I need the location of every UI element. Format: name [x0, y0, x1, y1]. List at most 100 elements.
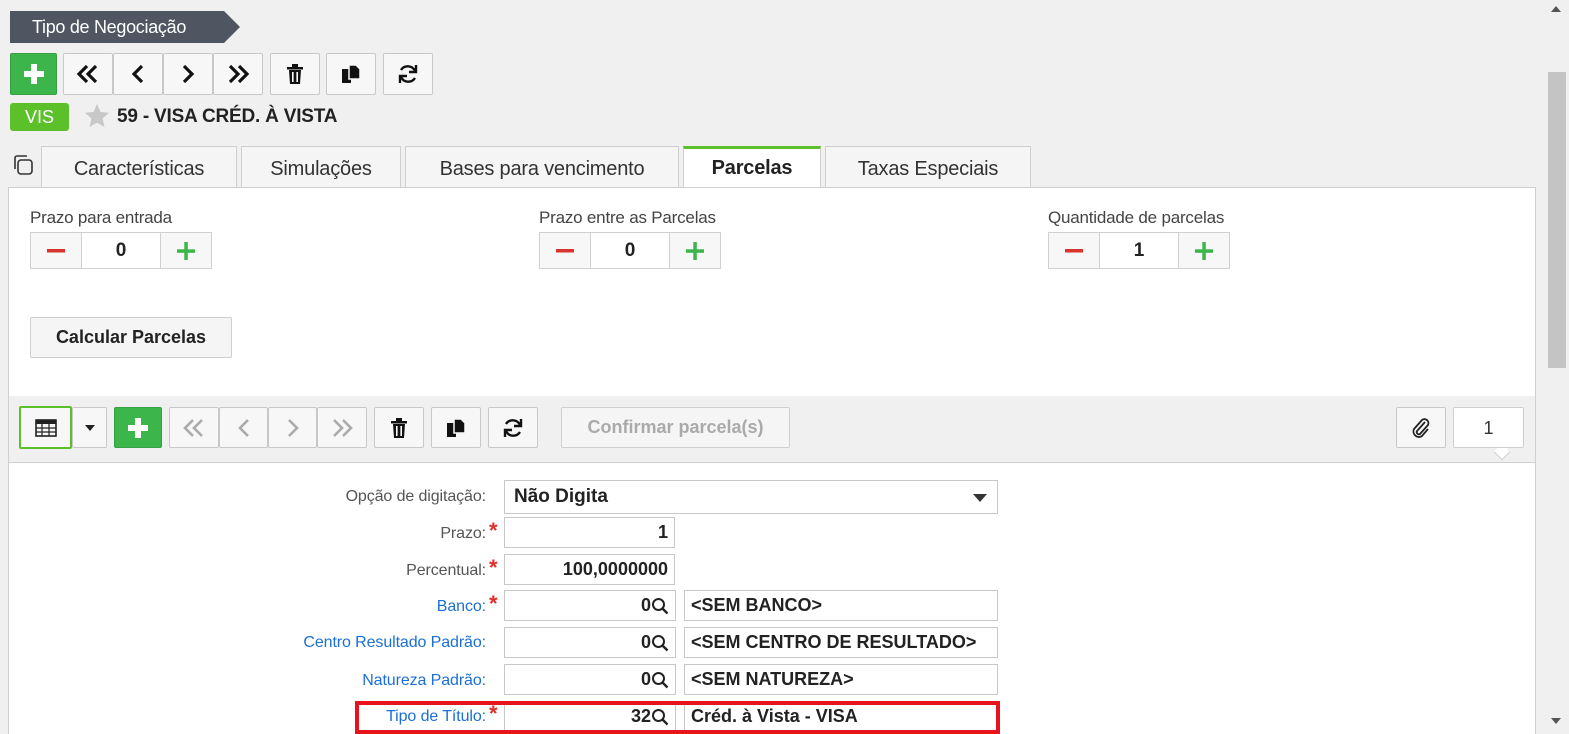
decrement-button[interactable] [1049, 233, 1099, 268]
decrement-button[interactable] [540, 233, 590, 268]
delete-parcela-button[interactable] [374, 407, 424, 448]
banco-code: 0 [640, 595, 651, 615]
calcular-parcelas-button[interactable]: Calcular Parcelas [30, 317, 232, 358]
prazo-entre-stepper: 0 [539, 232, 721, 269]
plus-icon [1194, 241, 1213, 260]
table-icon [34, 418, 57, 437]
confirmar-parcelas-button[interactable]: Confirmar parcela(s) [561, 407, 790, 448]
tab-bases-vencimento[interactable]: Bases para vencimento [405, 146, 679, 187]
centro-resultado-code-input[interactable]: 0 [504, 627, 676, 658]
tab-simulacoes[interactable]: Simulações [241, 146, 401, 187]
banco-label[interactable]: Banco: [200, 598, 486, 616]
caret-down-icon [84, 424, 95, 431]
chevron-left-icon [131, 64, 144, 84]
natureza-description: <SEM NATUREZA> [684, 664, 998, 695]
double-chevron-left-icon [183, 418, 203, 437]
prazo-entrada-value[interactable]: 0 [81, 233, 161, 268]
previous-row-button[interactable] [219, 407, 268, 448]
double-chevron-left-icon [76, 64, 98, 84]
delete-record-button[interactable] [270, 53, 320, 95]
view-dropdown-button[interactable] [72, 407, 107, 448]
increment-button[interactable] [670, 233, 720, 268]
prazo-input[interactable]: 1 [504, 517, 675, 548]
refresh-icon [503, 418, 523, 437]
duplicate-parcela-button[interactable] [431, 407, 481, 448]
plus-icon [685, 241, 704, 260]
breadcrumb: Tipo de Negociação [10, 11, 240, 43]
tab-taxas-especiais[interactable]: Taxas Especiais [825, 146, 1031, 187]
favorite-star-icon[interactable] [84, 103, 110, 134]
centro-resultado-code: 0 [640, 632, 651, 652]
prazo-entrada-label: Prazo para entrada [30, 208, 172, 227]
tab-caracteristicas[interactable]: Características [41, 146, 237, 187]
scroll-down-icon[interactable] [1551, 718, 1561, 724]
next-record-button[interactable] [163, 53, 213, 95]
attachment-button[interactable] [1396, 407, 1446, 448]
banco-description: <SEM BANCO> [684, 590, 998, 621]
prazo-label: Prazo: [440, 525, 486, 542]
duplicate-record-button[interactable] [326, 53, 376, 95]
decrement-button[interactable] [31, 233, 81, 268]
prazo-entre-value[interactable]: 0 [590, 233, 670, 268]
refresh-grid-button[interactable] [488, 407, 538, 448]
quantidade-label: Quantidade de parcelas [1048, 208, 1225, 227]
centro-resultado-label[interactable]: Centro Resultado Padrão: [200, 634, 486, 652]
scrollbar-thumb[interactable] [1548, 72, 1566, 368]
trash-icon [391, 417, 407, 438]
add-record-button[interactable] [10, 53, 57, 95]
last-record-button[interactable] [213, 53, 263, 95]
scroll-up-icon[interactable] [1551, 6, 1561, 12]
quantidade-stepper: 1 [1048, 232, 1230, 269]
plus-icon [176, 241, 195, 260]
minus-icon [47, 248, 66, 252]
minus-icon [1065, 248, 1084, 252]
chevron-down-icon [973, 494, 987, 502]
required-asterisk: * [489, 591, 498, 616]
grid-view-button[interactable] [19, 406, 72, 449]
refresh-icon [398, 65, 418, 83]
opcao-digitacao-value: Não Digita [514, 486, 608, 507]
increment-button[interactable] [161, 233, 211, 268]
search-icon[interactable] [651, 671, 669, 689]
prazo-entrada-stepper: 0 [30, 232, 212, 269]
plus-icon [128, 417, 148, 438]
natureza-label[interactable]: Natureza Padrão: [200, 672, 486, 690]
chevron-right-icon [287, 418, 299, 437]
trash-icon [287, 64, 303, 84]
opcao-digitacao-select[interactable]: Não Digita [504, 480, 998, 514]
percentual-input[interactable]: 100,0000000 [504, 554, 675, 585]
first-row-button[interactable] [169, 407, 219, 448]
search-icon[interactable] [651, 634, 669, 652]
natureza-code: 0 [640, 669, 651, 689]
centro-resultado-description: <SEM CENTRO DE RESULTADO> [684, 627, 998, 658]
tab-parcelas[interactable]: Parcelas [683, 146, 821, 188]
previous-record-button[interactable] [113, 53, 163, 95]
double-chevron-right-icon [228, 64, 250, 84]
chevron-left-icon [237, 418, 249, 437]
opcao-digitacao-label: Opção de digitação: [345, 488, 487, 505]
add-parcela-button[interactable] [114, 407, 162, 448]
record-badge: VIS [10, 103, 69, 131]
attachment-count: 1 [1453, 407, 1524, 448]
next-row-button[interactable] [268, 407, 317, 448]
copy-icon [447, 417, 466, 437]
banco-code-input[interactable]: 0 [504, 590, 676, 621]
required-asterisk: * [489, 555, 498, 580]
search-icon[interactable] [651, 597, 669, 615]
chevron-right-icon [182, 64, 195, 84]
first-record-button[interactable] [63, 53, 113, 95]
refresh-button[interactable] [383, 53, 433, 95]
required-asterisk: * [489, 518, 498, 543]
double-chevron-right-icon [333, 418, 353, 437]
copy-icon [342, 64, 361, 83]
natureza-code-input[interactable]: 0 [504, 664, 676, 695]
percentual-label: Percentual: [406, 562, 486, 579]
detach-window-icon[interactable] [12, 154, 34, 181]
quantidade-value[interactable]: 1 [1099, 233, 1179, 268]
last-row-button[interactable] [317, 407, 367, 448]
increment-button[interactable] [1179, 233, 1229, 268]
minus-icon [556, 248, 575, 252]
tab-bar: Características Simulações Bases para ve… [41, 146, 1035, 188]
prazo-entre-label: Prazo entre as Parcelas [539, 208, 716, 227]
plus-icon [23, 64, 44, 84]
